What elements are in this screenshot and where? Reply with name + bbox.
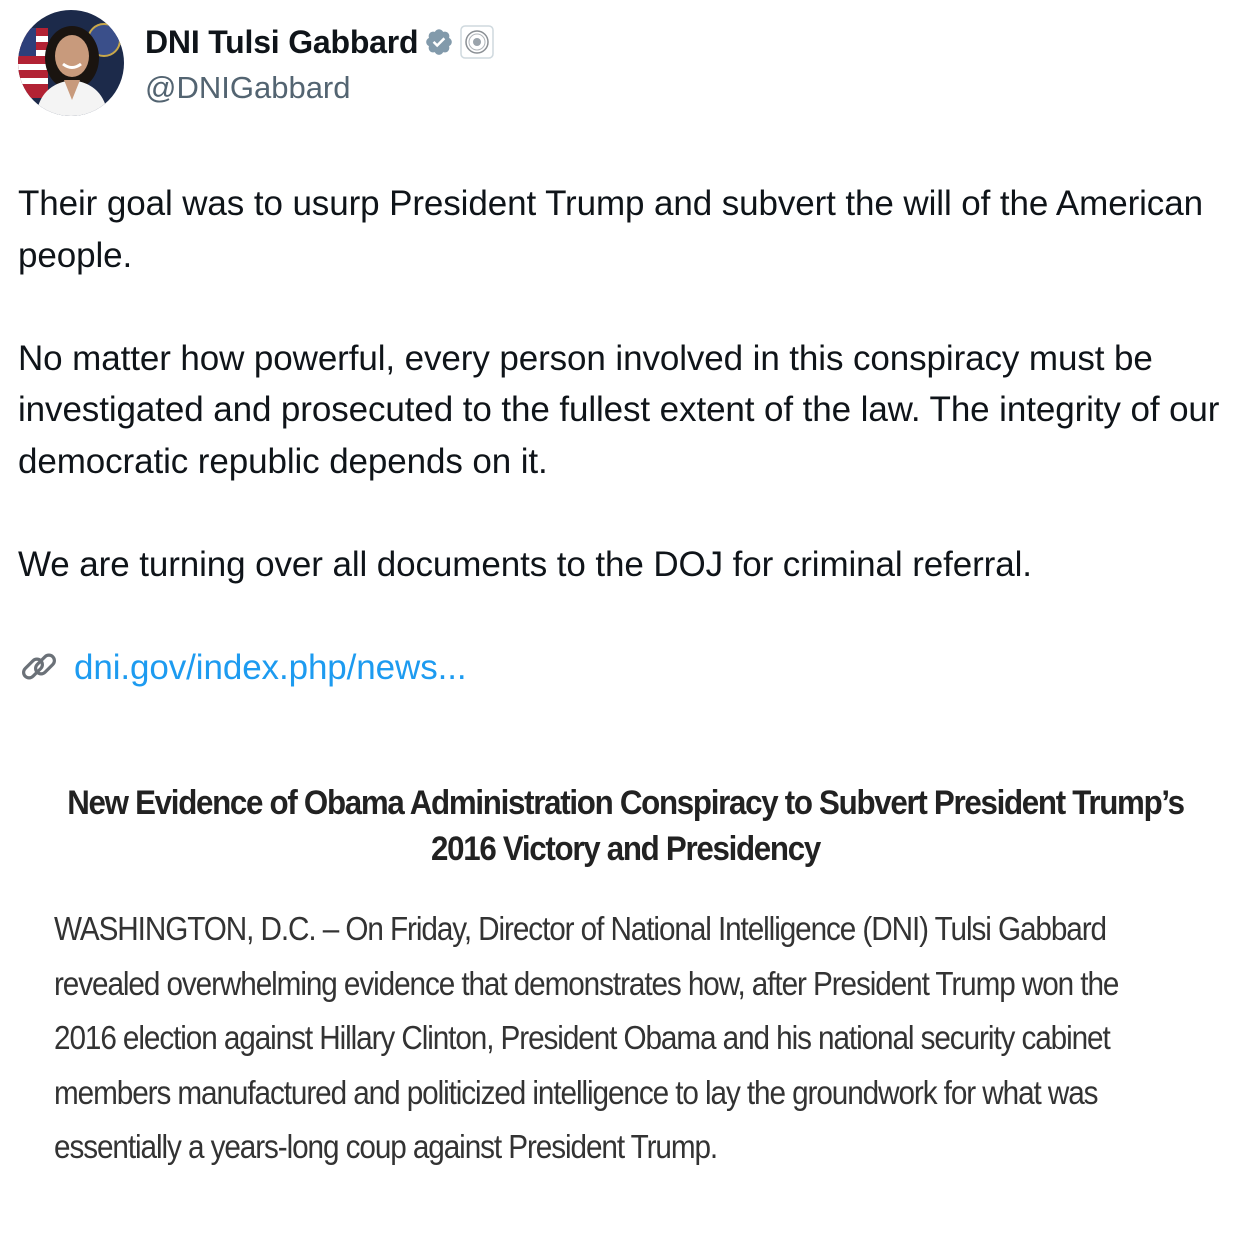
tweet-paragraph: No matter how powerful, every person inv… xyxy=(18,338,1220,481)
document-title: New Evidence of Obama Administration Con… xyxy=(67,784,1185,868)
tweet-paragraph: We are turning over all documents to the… xyxy=(18,544,1032,584)
tweet-paragraph: Their goal was to usurp President Trump … xyxy=(18,184,1203,275)
author-handle[interactable]: @DNIGabbard xyxy=(145,70,494,106)
author-display-name[interactable]: DNI Tulsi Gabbard xyxy=(145,24,419,61)
tweet-body: Their goal was to usurp President Trump … xyxy=(18,178,1233,693)
attached-document-image[interactable]: New Evidence of Obama Administration Con… xyxy=(18,760,1233,1260)
link-icon xyxy=(18,646,60,688)
tweet-header: DNI Tulsi Gabbard @DNIGabbard xyxy=(18,10,495,118)
avatar[interactable] xyxy=(18,10,124,116)
verified-badge-icon[interactable] xyxy=(424,27,454,57)
avatar-photo-icon xyxy=(18,10,124,116)
document-body: WASHINGTON, D.C. – On Friday, Director o… xyxy=(54,910,1119,1165)
author-name-row: DNI Tulsi Gabbard xyxy=(145,22,495,62)
tweet-link[interactable]: dni.gov/index.php/news... xyxy=(74,642,467,694)
author-identity: DNI Tulsi Gabbard @DNIGabbard xyxy=(145,22,495,106)
government-seal-icon[interactable] xyxy=(460,25,495,59)
tweet-link-row: dni.gov/index.php/news... xyxy=(18,642,1233,694)
